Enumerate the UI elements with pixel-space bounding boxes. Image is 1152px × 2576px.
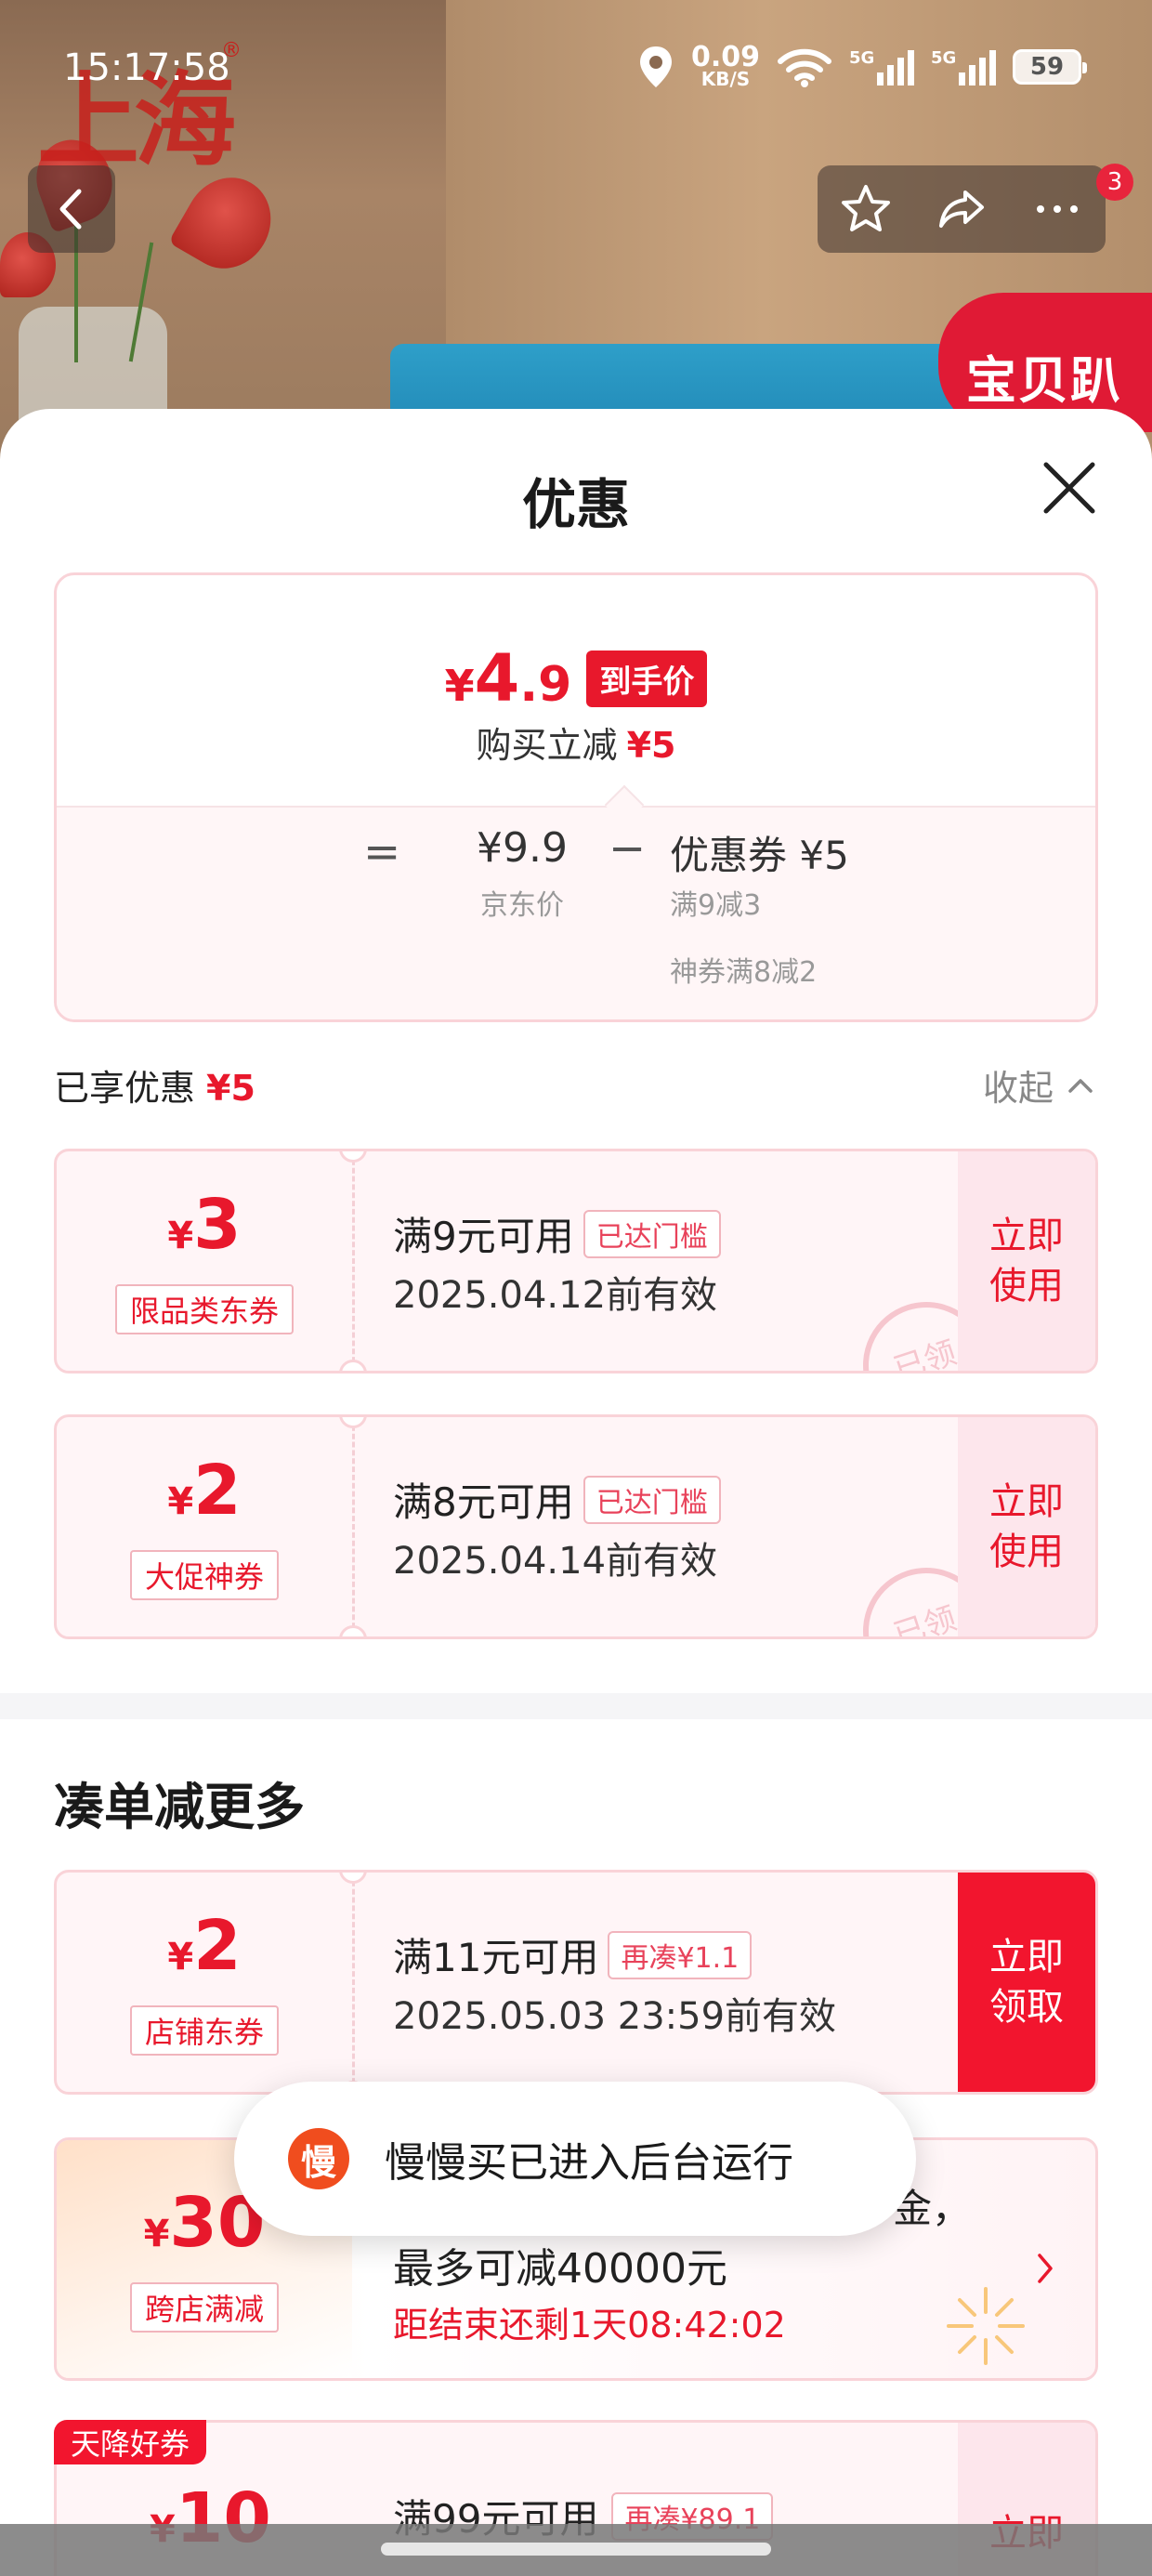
coupon-detail: 神券满8减2 xyxy=(670,956,818,989)
coupon-status-chip: 已达门槛 xyxy=(583,1209,721,1258)
battery-icon: 59 xyxy=(1013,49,1087,85)
coupon-card: ¥2 大促神券 满8元可用 已达门槛 2025.04.14前有效 已领 立即 使用 xyxy=(54,1414,1098,1639)
enjoyed-discount-header: 已享优惠 ¥5 xyxy=(54,1059,255,1111)
coupon-validity: 2025.05.03 23:59前有效 xyxy=(393,1995,837,2038)
more-icon[interactable] xyxy=(1029,181,1085,237)
sim2-label: 5G xyxy=(931,48,957,68)
coupon-validity: 2025.04.12前有效 xyxy=(393,1274,718,1317)
star-icon[interactable] xyxy=(838,181,894,237)
status-bar-right: 0.09 KB/S 5G 5G 59 xyxy=(637,41,1087,93)
coupon-type: 店铺东券 xyxy=(129,2005,279,2056)
reduce-label: 购买立减 xyxy=(476,725,618,766)
reduce-row: 购买立减 ¥5 xyxy=(57,716,1095,768)
promo-text-line2: 最多可减40000元 xyxy=(393,2245,727,2293)
cellular-signal-icon: 5G xyxy=(849,48,914,85)
jd-price: ¥9.9 xyxy=(477,824,568,872)
coupon-detail: 满9减3 xyxy=(670,889,762,922)
coupon-card: ¥3 限品类东券 满9元可用 已达门槛 2025.04.12前有效 已领 立即使… xyxy=(54,1149,1098,1373)
home-indicator[interactable] xyxy=(381,2543,771,2556)
cellular-signal-icon: 5G xyxy=(931,48,996,85)
coupon-divider xyxy=(352,1873,355,2092)
network-speed: 0.09 KB/S xyxy=(690,41,760,90)
coupon-amount: ¥2 xyxy=(167,1906,242,1986)
status-time: 15:17:58 xyxy=(63,46,230,89)
jd-price-label: 京东价 xyxy=(480,889,564,922)
final-price-tag: 到手价 xyxy=(586,650,708,707)
final-price: ¥4.9 xyxy=(444,640,572,716)
promo-type: 跨店满减 xyxy=(129,2282,279,2333)
coupon-type: 限品类东券 xyxy=(114,1284,294,1334)
section-separator xyxy=(0,1693,1152,1719)
coupon-condition: 满11元可用 xyxy=(393,1935,599,1980)
coupon-value: ¥2 大促神券 xyxy=(57,1417,352,1636)
use-now-button[interactable]: 立即 使用 xyxy=(958,1417,1095,1636)
coupon-value: ¥3 限品类东券 xyxy=(57,1151,352,1371)
wifi-icon xyxy=(778,48,831,87)
coupon-condition: 满9元可用 xyxy=(393,1214,574,1259)
enjoyed-label: 已享优惠 xyxy=(54,1068,196,1109)
sim1-label: 5G xyxy=(849,48,875,68)
battery-level: 59 xyxy=(1029,53,1065,81)
enjoyed-amount: ¥5 xyxy=(206,1068,255,1109)
sparkle-icon xyxy=(947,2287,1025,2365)
price-summary-card: ¥4.9 到手价 购买立减 ¥5 = ¥9.9 京东价 − 优惠券 ¥5 满9减3… xyxy=(54,572,1098,1022)
coupon-condition-row: 满8元可用 已达门槛 xyxy=(393,1471,721,1528)
coupon-condition: 满8元可用 xyxy=(393,1479,574,1525)
back-button[interactable] xyxy=(28,165,115,253)
reduce-amount: ¥5 xyxy=(626,725,676,766)
price-breakdown xyxy=(57,806,1095,1019)
coupon-validity: 2025.04.14前有效 xyxy=(393,1540,718,1583)
coupon-card: ¥2 店铺东券 满11元可用 再凑¥1.1 2025.05.03 23:59前有… xyxy=(54,1870,1098,2095)
chevron-left-icon xyxy=(59,189,82,230)
corner-tag: 天降好券 xyxy=(54,2420,207,2464)
collapse-button[interactable]: 收起 xyxy=(983,1059,1094,1111)
notification-badge: 3 xyxy=(1096,164,1133,201)
app-icon: 慢 xyxy=(288,2128,349,2189)
ribbon-text: 宝贝趴 xyxy=(966,351,1122,410)
collapse-label: 收起 xyxy=(983,1068,1054,1109)
claim-now-button[interactable]: 立即 领取 xyxy=(958,1873,1095,2092)
chevron-right-icon xyxy=(1038,2254,1053,2283)
coupon-amount: ¥2 xyxy=(167,1451,242,1531)
coupon-status-chip: 已达门槛 xyxy=(583,1475,721,1524)
network-speed-value: 0.09 xyxy=(690,41,760,73)
coupon-divider xyxy=(352,1417,355,1636)
coupon-condition-row: 满9元可用 已达门槛 xyxy=(393,1205,721,1262)
coupon-value: ¥2 店铺东券 xyxy=(57,1873,352,2092)
share-icon[interactable] xyxy=(934,181,989,237)
equals-sign: = xyxy=(363,826,401,878)
toast-message: 慢慢买已进入后台运行 xyxy=(385,2139,793,2187)
coupon-amount: ¥3 xyxy=(167,1185,242,1265)
close-icon[interactable] xyxy=(1039,457,1100,519)
sheet-title: 优惠 xyxy=(521,473,630,536)
coupon-type: 大促神券 xyxy=(129,1550,279,1600)
promo-countdown: 距结束还剩1天08:42:02 xyxy=(393,2305,786,2346)
coupon-status-chip: 再凑¥1.1 xyxy=(608,1930,753,1979)
final-price-row: ¥4.9 到手价 xyxy=(57,640,1095,716)
more-discount-title: 凑单减更多 xyxy=(54,1778,305,1836)
use-now-button[interactable]: 立即 使用 xyxy=(958,1151,1095,1371)
coupon-condition-row: 满11元可用 再凑¥1.1 xyxy=(393,1926,753,1983)
coupon-divider xyxy=(352,1151,355,1371)
location-icon xyxy=(639,46,672,87)
coupon-total: 优惠券 ¥5 xyxy=(670,833,849,878)
top-action-bar xyxy=(818,165,1106,253)
network-speed-unit: KB/S xyxy=(700,68,751,90)
chevron-up-icon xyxy=(1068,1078,1093,1093)
minus-sign: − xyxy=(609,822,647,874)
background-running-toast: 慢 慢慢买已进入后台运行 xyxy=(234,2082,916,2236)
